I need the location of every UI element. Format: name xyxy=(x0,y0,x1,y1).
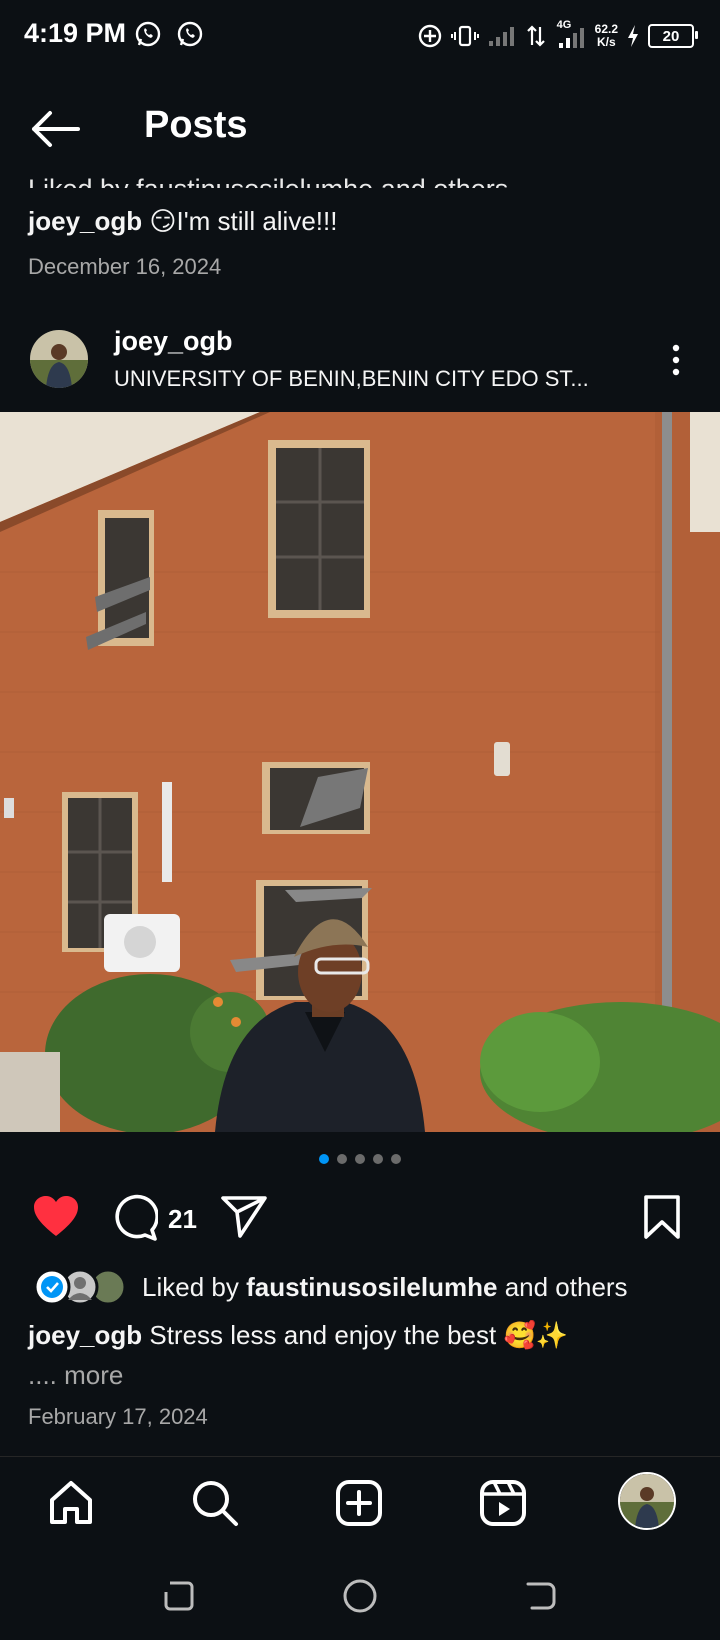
carousel-dot xyxy=(373,1154,383,1164)
carousel-dot xyxy=(355,1154,365,1164)
more-options-icon[interactable] xyxy=(664,340,688,380)
carousel-dot xyxy=(391,1154,401,1164)
search-icon[interactable] xyxy=(190,1478,240,1528)
comment-icon[interactable] xyxy=(110,1194,158,1242)
page-title: Posts xyxy=(144,104,248,146)
whatsapp-icon xyxy=(177,21,203,47)
post-username[interactable]: joey_ogb xyxy=(114,326,233,357)
recents-icon[interactable] xyxy=(160,1578,196,1614)
reels-icon[interactable] xyxy=(478,1478,528,1528)
signal-icon xyxy=(488,27,514,46)
status-bar: 4:19 PM 4G 62.2 K/s 20 xyxy=(0,0,720,76)
comment-count[interactable]: 21 xyxy=(168,1204,197,1235)
carousel-indicator xyxy=(0,1154,720,1164)
like-heart-icon[interactable] xyxy=(32,1194,80,1240)
previous-caption-text: 😏I'm still alive!!! xyxy=(149,206,338,236)
caption-text: Stress less and enjoy the best 🥰✨ xyxy=(142,1320,569,1350)
vibrate-icon xyxy=(450,25,479,47)
whatsapp-icon xyxy=(135,21,161,47)
clock: 4:19 PM xyxy=(24,18,127,48)
create-post-icon[interactable] xyxy=(334,1478,384,1528)
previous-caption-username[interactable]: joey_ogb xyxy=(28,206,142,236)
battery-icon: 20 xyxy=(648,24,698,48)
home-circle-icon[interactable] xyxy=(342,1578,378,1614)
post-photo[interactable] xyxy=(0,412,720,1132)
charging-icon xyxy=(628,25,638,47)
post-caption: joey_ogb Stress less and enjoy the best … xyxy=(28,1320,568,1351)
caption-username[interactable]: joey_ogb xyxy=(28,1320,142,1350)
network-speed: 62.2 K/s xyxy=(594,22,618,49)
previous-post-date: December 16, 2024 xyxy=(28,254,222,279)
save-bookmark-icon[interactable] xyxy=(642,1194,682,1240)
carousel-dot-active xyxy=(319,1154,329,1164)
post-location[interactable]: UNIVERSITY OF BENIN,BENIN CITY EDO ST... xyxy=(114,366,589,392)
data-transfer-icon xyxy=(526,25,545,47)
liked-by-text[interactable]: Liked by faustinusosilelumhe and others xyxy=(142,1272,628,1303)
status-icons: 4G 62.2 K/s 20 xyxy=(417,18,698,54)
caption-more-link[interactable]: .... more xyxy=(28,1360,123,1391)
previous-caption: joey_ogb 😏I'm still alive!!! xyxy=(28,206,337,237)
share-send-icon[interactable] xyxy=(220,1194,268,1240)
post-date: February 17, 2024 xyxy=(28,1404,208,1429)
back-arrow-icon[interactable] xyxy=(30,106,82,152)
signal-4g: 4G xyxy=(555,19,587,51)
back-icon[interactable] xyxy=(522,1578,558,1614)
home-icon[interactable] xyxy=(46,1478,96,1528)
profile-avatar[interactable] xyxy=(618,1472,676,1530)
carousel-dot xyxy=(337,1154,347,1164)
previous-liked-by: Liked by faustinusosilelumhe and others xyxy=(28,158,508,188)
location-add-icon xyxy=(418,24,441,48)
liked-by-avatars[interactable] xyxy=(32,1268,128,1306)
post-avatar[interactable] xyxy=(30,330,88,388)
